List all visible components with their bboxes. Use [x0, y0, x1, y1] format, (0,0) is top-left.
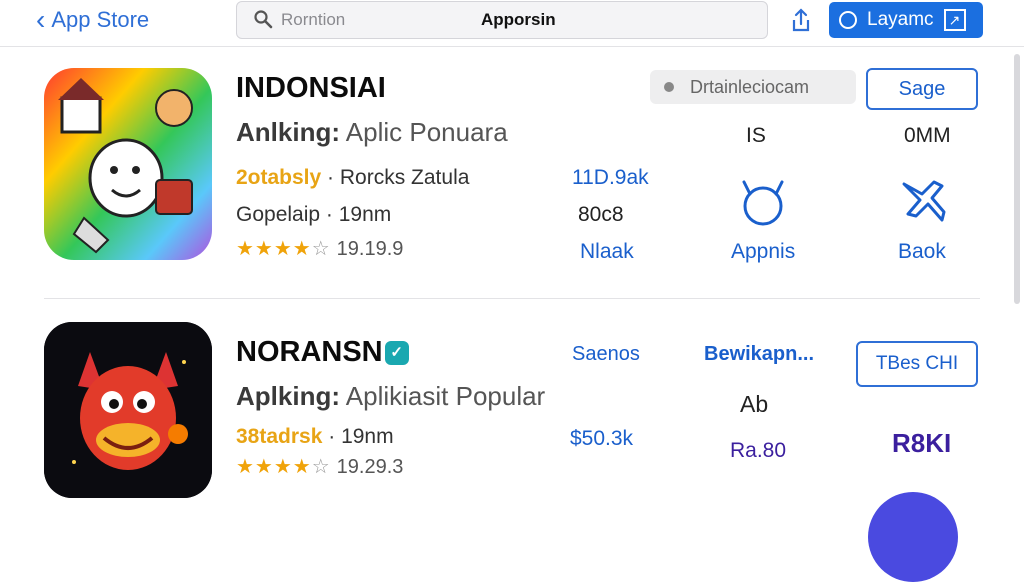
share-icon[interactable]: [786, 6, 816, 36]
rating-tag: 38tadrsk: [236, 425, 323, 448]
app-subtitle: Aplking: Aplikiasit Popular: [236, 381, 546, 411]
stat-price: $50.3k: [570, 427, 634, 450]
scrollbar[interactable]: [1014, 54, 1020, 304]
back-label: App Store: [51, 7, 150, 32]
verified-icon: ✓: [384, 341, 409, 366]
app-size: 19nm: [341, 425, 394, 448]
category: Rorcks Zatula: [339, 166, 470, 189]
info-circle-icon: [839, 11, 857, 29]
divider: [44, 298, 980, 299]
plane-icon[interactable]: [898, 176, 948, 226]
stat-size: 0MM: [904, 124, 951, 147]
expand-icon: ↗: [943, 9, 966, 31]
search-placeholder: Rorntion: [281, 10, 346, 29]
tbes-button[interactable]: TBes CHI: [856, 341, 978, 387]
star-rating: ★★★★☆ 19.29.3: [236, 456, 404, 478]
stat-label: Saenos: [572, 343, 640, 365]
layout-button-label: Layamc: [867, 9, 934, 30]
app-subtitle: Anlking: Aplic Ponuara: [236, 117, 508, 147]
app-meta: 2otabsly · Rorcks Zatula: [236, 166, 470, 189]
chevron-left-icon: ‹: [36, 4, 46, 35]
stat-code: 80c8: [578, 203, 624, 226]
app-title[interactable]: NORANSN ✓: [236, 336, 409, 369]
back-button[interactable]: ‹ App Store: [36, 6, 149, 34]
back-link[interactable]: Baok: [898, 240, 946, 264]
stat-value: Ra.80: [730, 439, 787, 462]
stat-downloads: 11D.9ak: [572, 166, 649, 189]
search-value: Apporsin: [481, 10, 556, 29]
search-field[interactable]: Rorntion Apporsin: [236, 1, 768, 39]
app-size: Gopelaip · 19nm: [236, 203, 392, 226]
app-meta: 38tadrsk · 19nm: [236, 425, 394, 448]
app-title[interactable]: INDONSIAI: [236, 72, 386, 105]
pet-face-icon[interactable]: [736, 176, 790, 228]
search-icon: [254, 10, 273, 29]
stat-code: R8KI: [892, 428, 952, 458]
stat-link[interactable]: Nlaak: [580, 240, 634, 264]
stat-ab: Ab: [740, 391, 769, 417]
floating-action-button[interactable]: [868, 492, 958, 582]
status-pill: Drtainleciocam: [650, 70, 856, 104]
rating-tag: 2otabsly: [236, 166, 322, 189]
apps-link[interactable]: Appnis: [731, 240, 795, 264]
stat-link[interactable]: Bewikapn...: [704, 343, 814, 366]
stat-label-is: IS: [746, 124, 766, 147]
save-button[interactable]: Sage: [866, 68, 978, 110]
app-icon[interactable]: [44, 322, 212, 498]
app-icon[interactable]: [44, 68, 212, 260]
star-rating: ★★★★☆ 19.19.9: [236, 238, 404, 260]
layout-button[interactable]: Layamc ↗: [829, 2, 983, 38]
